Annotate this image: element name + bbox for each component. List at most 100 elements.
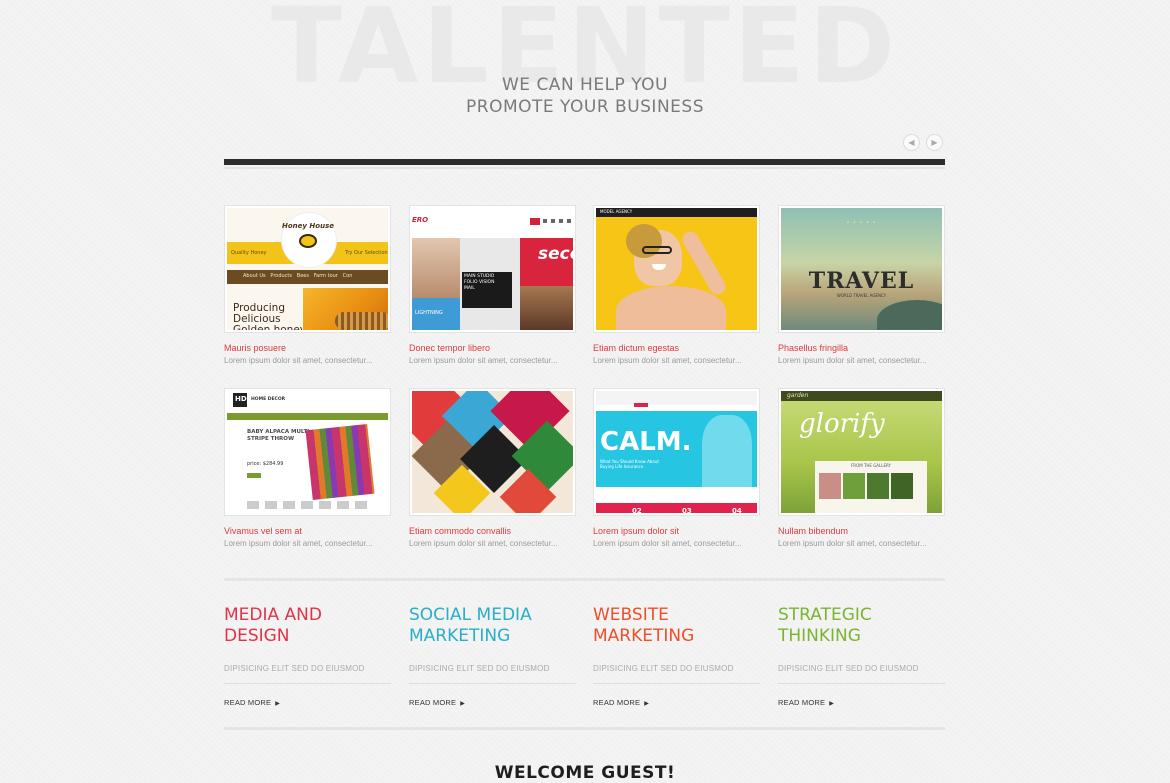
thumb-text: TRAVEL (808, 268, 915, 294)
service-block: WEBSITE MARKETING DIPISICING ELIT SED DO… (593, 605, 760, 710)
portfolio-item-description: Lorem ipsum dolor sit amet, consectetur.… (778, 356, 927, 365)
service-title: STRATEGIC THINKING (778, 605, 872, 646)
portfolio-item-title[interactable]: Mauris posuere (224, 343, 391, 354)
thumb-text: BABY ALPACA MULTI- STRIPE THROW (247, 429, 312, 442)
caret-right-icon: ▶ (275, 701, 281, 707)
service-title: SOCIAL MEDIA MARKETING (409, 605, 532, 646)
service-block: MEDIA AND DESIGN DIPISICING ELIT SED DO … (224, 605, 391, 710)
thumb-text: What You Should Know About Buying Life I… (600, 459, 659, 469)
portfolio-thumbnail[interactable]: ERO LIGHTNING seco MAIN STUDIO FOLIO VIS… (409, 205, 576, 333)
thumb-text: Honey House (282, 222, 334, 230)
read-more-link[interactable]: READ MORE ▶ (593, 698, 649, 707)
thumb-text: seco (538, 244, 573, 264)
service-divider (778, 683, 945, 684)
section-divider (224, 578, 945, 581)
thumb-text: Try Our Selection (345, 250, 388, 256)
service-subtitle: DIPISICING ELIT SED DO EIUSMOD (409, 664, 550, 673)
section-divider-bar (224, 159, 945, 165)
read-more-label: READ MORE (409, 698, 457, 707)
portfolio-item-title[interactable]: Nullam bibendum (778, 526, 945, 537)
read-more-label: READ MORE (593, 698, 641, 707)
portfolio-thumbnail[interactable]: CALM. What You Should Know About Buying … (593, 388, 760, 516)
service-title: MEDIA AND DESIGN (224, 605, 322, 646)
portfolio-item-title[interactable]: Vivamus vel sem at (224, 526, 391, 537)
caret-right-icon: ▶ (829, 701, 835, 707)
portfolio-item[interactable]: • • • • • TRAVEL WORLD TRAVEL AGENCY Pha… (778, 205, 945, 366)
portfolio-item[interactable]: Etiam commodo convallis Lorem ipsum dolo… (409, 388, 576, 549)
service-block: SOCIAL MEDIA MARKETING DIPISICING ELIT S… (409, 605, 576, 710)
thumb-text: FOLIO (464, 280, 478, 285)
portfolio-item-description: Lorem ipsum dolor sit amet, consectetur.… (409, 539, 558, 548)
hero-tagline-line2: PROMOTE YOUR BUSINESS (466, 97, 704, 117)
portfolio-item[interactable]: CALM. What You Should Know About Buying … (593, 388, 760, 549)
portfolio-item-description: Lorem ipsum dolor sit amet, consectetur.… (409, 356, 558, 365)
portfolio-item-description: Lorem ipsum dolor sit amet, consectetur.… (593, 356, 742, 365)
slider-next-button[interactable]: ▶ (926, 134, 943, 151)
thumb-text: HOME DECOR (251, 397, 286, 402)
thumb-text: garden (787, 392, 809, 399)
thumb-text: • • • • • (846, 220, 877, 226)
read-more-link[interactable]: READ MORE ▶ (224, 698, 280, 707)
portfolio-thumbnail[interactable]: MODEL AGENCY (593, 205, 760, 333)
section-divider-underline (224, 167, 945, 169)
thumb-text: glorify (799, 409, 885, 439)
thumb-text: Producing Delicious Golden honey (233, 302, 307, 331)
thumb-text: MAIN (464, 274, 476, 279)
service-divider (224, 683, 391, 684)
hero-tagline-line1: WE CAN HELP YOU (501, 75, 668, 95)
thumb-text: HD (235, 395, 247, 403)
portfolio-item-title[interactable]: Donec tempor libero (409, 343, 576, 354)
portfolio-item[interactable]: garden glorify FROM THE GALLERY Nullam b… (778, 388, 945, 549)
service-title: WEBSITE MARKETING (593, 605, 695, 646)
portfolio-item-description: Lorem ipsum dolor sit amet, consectetur.… (593, 539, 742, 548)
thumb-text: STUDIO (477, 274, 495, 279)
portfolio-thumbnail[interactable]: HD HOME DECOR BABY ALPACA MULTI- STRIPE … (224, 388, 391, 516)
portfolio-item-title[interactable]: Etiam dictum egestas (593, 343, 760, 354)
thumb-text: 04 (732, 507, 742, 513)
caret-right-icon: ▶ (460, 701, 466, 707)
read-more-label: READ MORE (778, 698, 826, 707)
thumb-text: WORLD TRAVEL AGENCY (836, 293, 887, 298)
portfolio-thumbnail[interactable]: Quality Honey Try Our Selection Honey Ho… (224, 205, 391, 333)
portfolio-item-title[interactable]: Lorem ipsum dolor sit (593, 526, 760, 537)
portfolio-item-description: Lorem ipsum dolor sit amet, consectetur.… (224, 539, 373, 548)
portfolio-item[interactable]: ERO LIGHTNING seco MAIN STUDIO FOLIO VIS… (409, 205, 576, 366)
portfolio-item-title[interactable]: Phasellus fringilla (778, 343, 945, 354)
portfolio-item[interactable]: Quality Honey Try Our Selection Honey Ho… (224, 205, 391, 366)
caret-right-icon: ▶ (644, 701, 650, 707)
section-divider (224, 727, 945, 730)
thumb-text: LIGHTNING (415, 310, 443, 316)
read-more-link[interactable]: READ MORE ▶ (409, 698, 465, 707)
thumb-text: CALM. (600, 427, 692, 457)
read-more-label: READ MORE (224, 698, 272, 707)
service-subtitle: DIPISICING ELIT SED DO EIUSMOD (224, 664, 365, 673)
thumb-text: MODEL AGENCY (600, 209, 633, 214)
portfolio-item[interactable]: HD HOME DECOR BABY ALPACA MULTI- STRIPE … (224, 388, 391, 549)
thumb-text: About Us Products Bees Farm tour Con (243, 273, 353, 279)
chevron-right-icon: ▶ (931, 138, 938, 147)
read-more-link[interactable]: READ MORE ▶ (778, 698, 834, 707)
thumb-text: Quality Honey (231, 250, 267, 256)
service-block: STRATEGIC THINKING DIPISICING ELIT SED D… (778, 605, 945, 710)
thumb-text: FROM THE GALLERY (851, 463, 891, 468)
hero-section: TALENTED WE CAN HELP YOU PROMOTE YOUR BU… (0, 0, 1170, 160)
slider-prev-button[interactable]: ◀ (903, 134, 920, 151)
portfolio-item-description: Lorem ipsum dolor sit amet, consectetur.… (778, 539, 927, 548)
thumb-text: 03 (682, 507, 692, 513)
portfolio-thumbnail[interactable]: • • • • • TRAVEL WORLD TRAVEL AGENCY (778, 205, 945, 333)
chevron-left-icon: ◀ (908, 138, 915, 147)
thumb-text: MAIL (464, 286, 475, 291)
portfolio-thumbnail[interactable]: garden glorify FROM THE GALLERY (778, 388, 945, 516)
service-divider (409, 683, 576, 684)
portfolio-item-description: Lorem ipsum dolor sit amet, consectetur.… (224, 356, 373, 365)
portfolio-item-title[interactable]: Etiam commodo convallis (409, 526, 576, 537)
service-subtitle: DIPISICING ELIT SED DO EIUSMOD (593, 664, 734, 673)
welcome-heading: WELCOME GUEST! (494, 763, 676, 783)
thumb-text: price: $284.99 (247, 461, 284, 467)
thumb-text: ERO (412, 216, 429, 224)
service-subtitle: DIPISICING ELIT SED DO EIUSMOD (778, 664, 919, 673)
thumb-text: VISION (478, 280, 495, 285)
portfolio-thumbnail[interactable] (409, 388, 576, 516)
portfolio-item[interactable]: MODEL AGENCY Etiam dictum egestas Lorem … (593, 205, 760, 366)
thumb-text: 02 (632, 507, 642, 513)
